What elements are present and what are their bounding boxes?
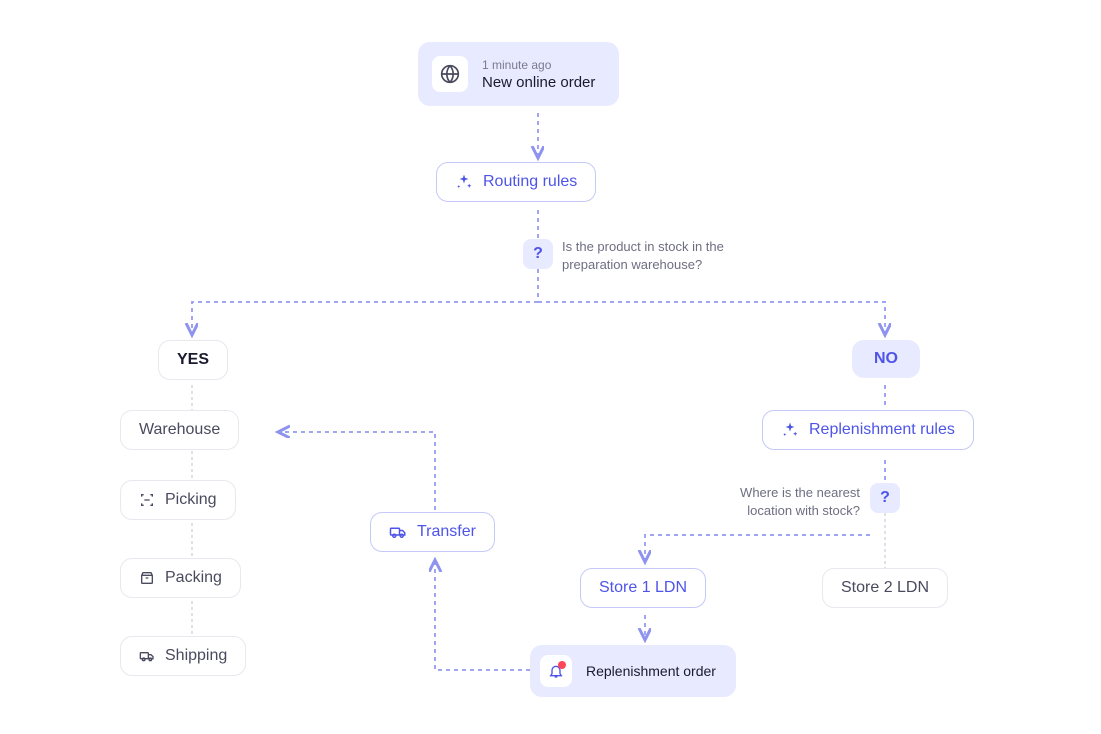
globe-icon-box [432,56,468,92]
yes-node: YES [158,340,228,380]
packing-label: Packing [165,569,222,587]
store-1-node: Store 1 LDN [580,568,706,608]
question-mark-1: ? [523,239,553,269]
truck-icon [389,523,407,541]
routing-rules-label: Routing rules [483,173,577,191]
question-2-text: Where is the nearest location with stock… [700,484,860,520]
notification-dot-icon [558,661,566,669]
packing-node: Packing [120,558,241,598]
routing-rules-node: Routing rules [436,162,596,202]
header-text: 1 minute ago New online order [482,58,595,91]
replenishment-order-label: Replenishment order [586,663,716,679]
bell-icon-box [540,655,572,687]
replenishment-rules-node: Replenishment rules [762,410,974,450]
warehouse-node: Warehouse [120,410,239,450]
transfer-label: Transfer [417,523,476,541]
shipping-node: Shipping [120,636,246,676]
shipping-label: Shipping [165,647,227,665]
store-2-node: Store 2 LDN [822,568,948,608]
sparkles-icon [781,421,799,439]
warehouse-label: Warehouse [139,421,220,439]
globe-icon [440,64,460,84]
diagram-canvas: 1 minute ago New online order Routing ru… [0,0,1101,734]
store-2-label: Store 2 LDN [841,579,929,597]
replenishment-rules-label: Replenishment rules [809,421,955,439]
sparkles-icon [455,173,473,191]
store-1-label: Store 1 LDN [599,579,687,597]
online-order-node: 1 minute ago New online order [418,42,619,106]
no-label: NO [874,350,898,368]
bell-wrapper [548,663,564,679]
question-mark-2: ? [870,483,900,513]
transfer-node: Transfer [370,512,495,552]
yes-label: YES [177,351,209,369]
picking-label: Picking [165,491,217,509]
replenishment-order-node: Replenishment order [530,645,736,697]
no-node: NO [852,340,920,378]
box-icon [139,570,155,586]
scanner-icon [139,492,155,508]
header-title: New online order [482,74,595,91]
question-1-text: Is the product in stock in the preparati… [562,238,762,274]
truck-icon [139,648,155,664]
timestamp: 1 minute ago [482,58,595,72]
picking-node: Picking [120,480,236,520]
